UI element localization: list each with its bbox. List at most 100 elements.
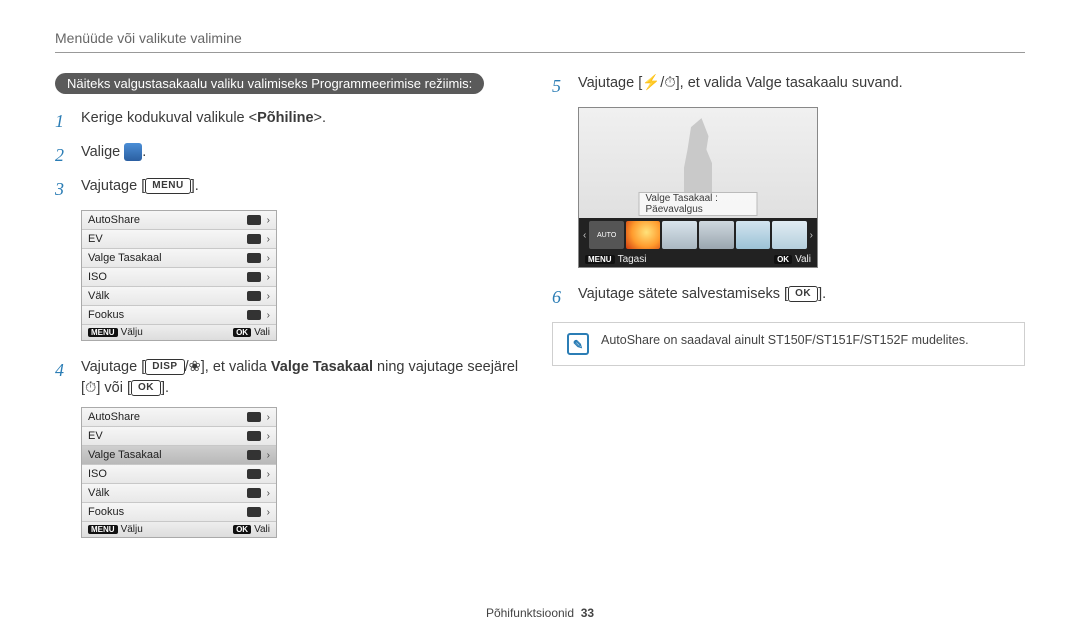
- flash-icon: ⚡: [642, 75, 660, 91]
- macro-icon: ❀: [189, 359, 201, 375]
- left-column: Näiteks valgustasakaalu valiku valimisek…: [55, 73, 528, 554]
- menu-button-chip: MENU: [145, 178, 190, 194]
- text: ], et valida Valge tasakaalu suvand.: [676, 75, 903, 91]
- value-icon: [247, 291, 261, 301]
- menu-label: Fookus: [88, 309, 124, 321]
- menu-chip-icon: MENU: [88, 328, 118, 337]
- ok-chip-icon: OK: [233, 328, 251, 337]
- foot-left-label: Välju: [121, 327, 143, 338]
- text: Vajutage [: [81, 359, 145, 375]
- example-pill: Näiteks valgustasakaalu valiku valimisek…: [55, 73, 484, 94]
- white-balance-preview: Valge Tasakaal : Päevavalgus ‹ AUTO › ME…: [578, 107, 818, 268]
- foot-left: MENUVälju: [88, 327, 143, 338]
- note-text: AutoShare on saadaval ainult ST150F/ST15…: [601, 333, 969, 355]
- menu-panel-1: AutoShare› EV› Valge Tasakaal› ISO› Välk…: [81, 210, 277, 341]
- wb-thumb[interactable]: [662, 221, 697, 249]
- text: ], et valida: [201, 359, 271, 375]
- text: Vajutage [: [81, 178, 145, 194]
- step-body: Kerige kodukuval valikule <Põhiline>.: [81, 108, 326, 129]
- value-icon: [247, 272, 261, 282]
- chevron-right-icon: ›: [267, 253, 270, 264]
- foot-left-label: Välju: [121, 524, 143, 535]
- header-rule: [55, 52, 1025, 53]
- step-number: 3: [55, 176, 71, 202]
- value-icon: [247, 253, 261, 263]
- menu-label: AutoShare: [88, 411, 140, 423]
- wb-thumb[interactable]: [699, 221, 734, 249]
- step-3: 3 Vajutage [MENU].: [55, 176, 528, 202]
- note-box: ✎ AutoShare on saadaval ainult ST150F/ST…: [552, 322, 1025, 366]
- menu-label: ISO: [88, 468, 107, 480]
- text: ].: [161, 380, 169, 396]
- value-icon: [247, 234, 261, 244]
- menu-row-selected[interactable]: Valge Tasakaal›: [82, 446, 276, 465]
- menu-label: Välk: [88, 290, 109, 302]
- menu-row[interactable]: Välk›: [82, 484, 276, 503]
- step-body: Vajutage [MENU].: [81, 176, 199, 197]
- wb-thumb-auto[interactable]: AUTO: [589, 221, 624, 249]
- menu-row[interactable]: Välk›: [82, 287, 276, 306]
- menu-row[interactable]: AutoShare›: [82, 211, 276, 230]
- step-body: Vajutage [DISP/❀], et valida Valge Tasak…: [81, 357, 518, 399]
- menu-row[interactable]: AutoShare›: [82, 408, 276, 427]
- ok-chip-icon: OK: [774, 255, 792, 264]
- menu-row[interactable]: EV›: [82, 230, 276, 249]
- preview-image-area: Valge Tasakaal : Päevavalgus: [579, 108, 817, 218]
- ok-button-chip: OK: [788, 286, 818, 302]
- menu-row[interactable]: Valge Tasakaal›: [82, 249, 276, 268]
- text: .: [142, 144, 146, 160]
- wb-thumb[interactable]: [772, 221, 807, 249]
- text: Kerige kodukuval valikule <: [81, 110, 257, 126]
- text: >.: [314, 110, 327, 126]
- menu-row[interactable]: Fookus›: [82, 503, 276, 522]
- menu-row[interactable]: EV›: [82, 427, 276, 446]
- foot-right-label: Vali: [254, 327, 270, 338]
- timer-icon: ⏱: [664, 75, 675, 91]
- chevron-right-icon: ›: [267, 507, 270, 518]
- menu-label: AutoShare: [88, 214, 140, 226]
- ok-chip-icon: OK: [233, 525, 251, 534]
- menu-footer: MENUVälju OKVali: [82, 325, 276, 340]
- menu-panel-2: AutoShare› EV› Valge Tasakaal› ISO› Välk…: [81, 407, 277, 538]
- step-1: 1 Kerige kodukuval valikule <Põhiline>.: [55, 108, 528, 134]
- menu-label: EV: [88, 233, 103, 245]
- foot-right-label: Vali: [795, 254, 811, 265]
- text: ].: [191, 178, 199, 194]
- step-2: 2 Valige .: [55, 142, 528, 168]
- timer-icon: ⏱: [85, 380, 96, 396]
- step-number: 1: [55, 108, 71, 134]
- menu-label: EV: [88, 430, 103, 442]
- preview-caption: Valge Tasakaal : Päevavalgus: [639, 192, 758, 216]
- value-icon: [247, 310, 261, 320]
- menu-row[interactable]: Fookus ›: [82, 306, 276, 325]
- menu-label: ISO: [88, 271, 107, 283]
- page-header: Menüüde või valikute valimine: [55, 30, 1025, 46]
- menu-row[interactable]: ISO›: [82, 268, 276, 287]
- menu-label: Valge Tasakaal: [88, 449, 162, 461]
- wb-thumb-daylight[interactable]: [626, 221, 661, 249]
- chevron-right-icon: ›: [267, 488, 270, 499]
- step-4: 4 Vajutage [DISP/❀], et valida Valge Tas…: [55, 357, 528, 399]
- chevron-left-icon[interactable]: ‹: [581, 230, 588, 241]
- value-icon: [247, 488, 261, 498]
- foot-left: MENUTagasi: [585, 254, 646, 265]
- menu-chip-icon: MENU: [585, 255, 615, 264]
- text: Vajutage [: [578, 75, 642, 91]
- page-footer: Põhifunktsioonid 33: [0, 606, 1080, 620]
- step-number: 4: [55, 357, 71, 383]
- value-icon: [247, 431, 261, 441]
- foot-right-label: Vali: [254, 524, 270, 535]
- chevron-right-icon[interactable]: ›: [808, 230, 815, 241]
- foot-right: OKVali: [233, 327, 270, 338]
- step-body: Vajutage sätete salvestamiseks [OK].: [578, 284, 826, 305]
- chevron-right-icon: ›: [267, 310, 270, 321]
- menu-row[interactable]: ISO›: [82, 465, 276, 484]
- value-icon: [247, 450, 261, 460]
- value-icon: [247, 412, 261, 422]
- wb-thumb[interactable]: [736, 221, 771, 249]
- step-number: 5: [552, 73, 568, 99]
- disp-button-chip: DISP: [145, 359, 184, 375]
- preview-footer: MENUTagasi OKVali: [579, 252, 817, 267]
- foot-right: OKVali: [774, 254, 811, 265]
- text: Valige: [81, 144, 124, 160]
